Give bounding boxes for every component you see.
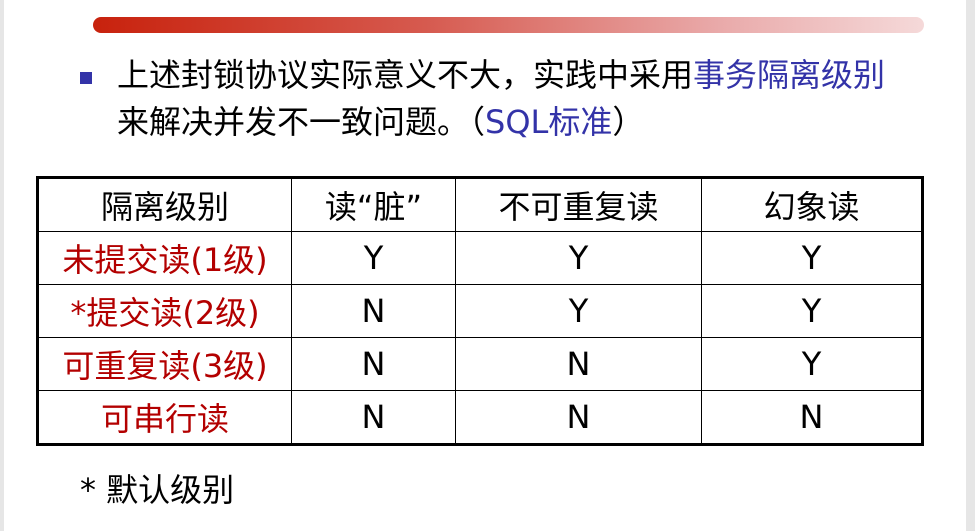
isolation-level-highlight: 事务隔离级别	[693, 56, 886, 94]
bullet-square-icon	[80, 72, 92, 84]
phantom-read-cell: Y	[701, 284, 923, 338]
row-level-label: *提交读(2级)	[37, 284, 292, 338]
table-row: 可重复读(3级) N N Y	[37, 337, 923, 391]
header-non-repeatable-read: 不可重复读	[455, 177, 702, 232]
paragraph-text-middle: 来解决并发不一致问题。（	[117, 103, 486, 141]
title-underline-bar	[93, 17, 924, 33]
non-repeatable-read-cell: Y	[455, 284, 702, 338]
paragraph-text-end: ）	[612, 103, 645, 141]
row-level-label: 可重复读(3级)	[37, 337, 292, 391]
default-level-footnote: * 默认级别	[80, 471, 235, 509]
bullet-paragraph: 上述封锁协议实际意义不大，实践中采用事务隔离级别来解决并发不一致问题。（SQL标…	[117, 52, 917, 146]
row-level-label: 未提交读(1级)	[37, 231, 292, 285]
non-repeatable-read-cell: Y	[455, 231, 702, 285]
header-dirty-read: 读“脏”	[291, 177, 456, 232]
table-header-row: 隔离级别 读“脏” 不可重复读 幻象读	[37, 177, 923, 232]
slide-right-edge	[966, 0, 975, 531]
table-row: 可串行读 N N N	[37, 390, 923, 445]
header-phantom-read: 幻象读	[701, 177, 923, 232]
isolation-level-table: 隔离级别 读“脏” 不可重复读 幻象读 未提交读(1级) Y Y Y *提交读(…	[36, 176, 924, 446]
phantom-read-cell: Y	[701, 231, 923, 285]
slide-left-edge	[0, 0, 4, 531]
phantom-read-cell: Y	[701, 337, 923, 391]
paragraph-text-before: 上述封锁协议实际意义不大，实践中采用	[117, 56, 694, 94]
dirty-read-cell: N	[291, 337, 456, 391]
row-level-label: 可串行读	[37, 390, 292, 445]
dirty-read-cell: Y	[291, 231, 456, 285]
dirty-read-cell: N	[291, 284, 456, 338]
header-isolation-level: 隔离级别	[37, 177, 292, 232]
table-row: 未提交读(1级) Y Y Y	[37, 231, 923, 285]
non-repeatable-read-cell: N	[455, 390, 702, 445]
dirty-read-cell: N	[291, 390, 456, 445]
phantom-read-cell: N	[701, 390, 923, 445]
non-repeatable-read-cell: N	[455, 337, 702, 391]
sql-standard-label: SQL标准	[485, 103, 613, 141]
table-row: *提交读(2级) N Y Y	[37, 284, 923, 338]
